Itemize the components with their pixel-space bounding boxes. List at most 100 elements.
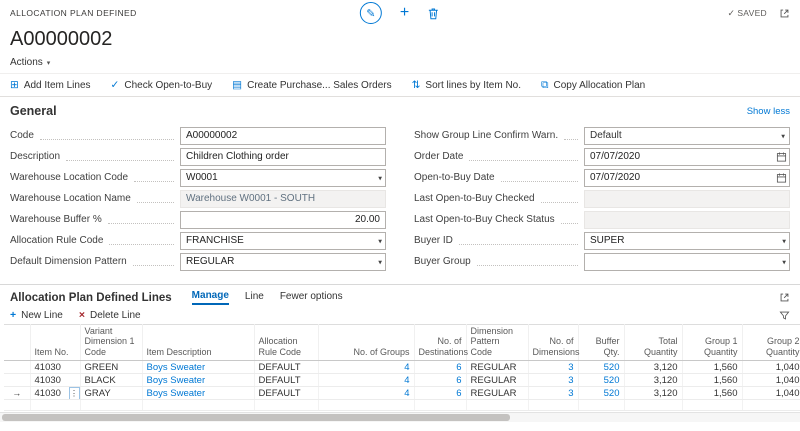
- cell-buffer-qty[interactable]: 520: [578, 387, 624, 400]
- general-section-title: General: [10, 104, 57, 118]
- copy-allocation-plan-button[interactable]: ⧉ Copy Allocation Plan: [541, 79, 645, 92]
- cell-buffer-qty[interactable]: 520: [578, 361, 624, 374]
- default-dimension-pattern-lookup[interactable]: [180, 253, 386, 271]
- cell-no-of-destinations[interactable]: 6: [414, 374, 466, 387]
- table-row-selected[interactable]: 41030 GRAY Boys Sweater DEFAULT 4 6 REGU…: [4, 387, 800, 400]
- column-header-no-of-destinations[interactable]: No. of Destinations: [414, 325, 466, 361]
- field-label: Warehouse Buffer %: [10, 214, 102, 225]
- column-header-dimension-pattern[interactable]: Dimension Pattern Code: [466, 325, 528, 361]
- cell-no-of-groups[interactable]: 4: [318, 374, 414, 387]
- allocation-rule-code-lookup[interactable]: [180, 232, 386, 250]
- column-header-group1-quantity[interactable]: Group 1 Quantity: [682, 325, 742, 361]
- cell-allocation-rule[interactable]: DEFAULT: [254, 387, 318, 400]
- cell-allocation-rule[interactable]: DEFAULT: [254, 374, 318, 387]
- delete-line-button[interactable]: × Delete Line: [79, 309, 141, 321]
- column-header-no-of-groups[interactable]: No. of Groups: [318, 325, 414, 361]
- saved-label: SAVED: [737, 8, 767, 18]
- show-less-link[interactable]: Show less: [747, 106, 790, 117]
- dotted-leader: [109, 244, 174, 245]
- empty-cell: [30, 400, 80, 411]
- order-date-input[interactable]: [584, 148, 790, 166]
- cell-group2-quantity[interactable]: 1,040: [742, 374, 800, 387]
- horizontal-scrollbar[interactable]: [0, 412, 800, 422]
- tab-manage[interactable]: Manage: [192, 290, 229, 305]
- column-header-variant-code[interactable]: Variant Dimension 1 Code: [80, 325, 142, 361]
- cell-dimension-pattern[interactable]: REGULAR: [466, 374, 528, 387]
- cell-no-of-dimensions[interactable]: 3: [528, 361, 578, 374]
- column-header-buffer-qty[interactable]: Buffer Qty.: [578, 325, 624, 361]
- column-header-no-of-dimensions[interactable]: No. of Dimensions: [528, 325, 578, 361]
- cell-no-of-dimensions[interactable]: 3: [528, 387, 578, 400]
- description-input[interactable]: [180, 148, 386, 166]
- row-ellipsis-menu-icon[interactable]: [69, 387, 80, 400]
- cell-group1-quantity[interactable]: 1,560: [682, 374, 742, 387]
- cell-item-description[interactable]: Boys Sweater: [142, 387, 254, 400]
- cell-variant-code[interactable]: BLACK: [80, 374, 142, 387]
- confirm-warn-select[interactable]: Default: [584, 127, 790, 145]
- table-row[interactable]: 41030 BLACK Boys Sweater DEFAULT 4 6 REG…: [4, 374, 800, 387]
- column-header-item-description[interactable]: Item Description: [142, 325, 254, 361]
- column-header-group2-quantity[interactable]: Group 2 Quantity: [742, 325, 800, 361]
- cell-allocation-rule[interactable]: DEFAULT: [254, 361, 318, 374]
- cell-group1-quantity[interactable]: 1,560: [682, 387, 742, 400]
- cell-dimension-pattern[interactable]: REGULAR: [466, 387, 528, 400]
- lines-toolbar: + New Line × Delete Line: [0, 305, 800, 324]
- new-icon[interactable]: [400, 5, 409, 21]
- column-header-item-no[interactable]: Item No.: [30, 325, 80, 361]
- tab-fewer-options[interactable]: Fewer options: [280, 291, 343, 304]
- tab-line[interactable]: Line: [245, 291, 264, 304]
- calendar-icon[interactable]: [776, 172, 787, 183]
- chevron-down-icon[interactable]: [782, 235, 786, 246]
- cell-total-quantity[interactable]: 3,120: [624, 387, 682, 400]
- cell-group1-quantity[interactable]: 1,560: [682, 361, 742, 374]
- empty-cell: [254, 400, 318, 411]
- cell-variant-code[interactable]: GREEN: [80, 361, 142, 374]
- add-item-lines-button[interactable]: ⊞ Add Item Lines: [10, 79, 91, 91]
- field-warehouse-location-code: Warehouse Location Code: [10, 167, 386, 188]
- cell-item-no[interactable]: 41030: [30, 374, 80, 387]
- edit-icon[interactable]: [360, 2, 382, 24]
- cell-item-description[interactable]: Boys Sweater: [142, 361, 254, 374]
- warehouse-buffer-input[interactable]: [180, 211, 386, 229]
- cell-buffer-qty[interactable]: 520: [578, 374, 624, 387]
- cell-item-description[interactable]: Boys Sweater: [142, 374, 254, 387]
- chevron-down-icon[interactable]: [378, 235, 382, 246]
- buyer-group-lookup[interactable]: [584, 253, 790, 271]
- table-row[interactable]: 41030 GREEN Boys Sweater DEFAULT 4 6 REG…: [4, 361, 800, 374]
- cell-variant-code[interactable]: GRAY: [80, 387, 142, 400]
- cell-total-quantity[interactable]: 3,120: [624, 361, 682, 374]
- calendar-icon[interactable]: [776, 151, 787, 162]
- cell-no-of-destinations[interactable]: 6: [414, 387, 466, 400]
- popout-icon[interactable]: [779, 292, 790, 303]
- cell-no-of-destinations[interactable]: 6: [414, 361, 466, 374]
- actions-menu[interactable]: Actions: [0, 57, 800, 74]
- popout-icon[interactable]: [779, 8, 790, 19]
- top-action-icons: [360, 2, 440, 24]
- sort-lines-button[interactable]: ⇅ Sort lines by Item No.: [412, 79, 521, 91]
- column-header-allocation-rule[interactable]: Allocation Rule Code: [254, 325, 318, 361]
- code-input[interactable]: [180, 127, 386, 145]
- cell-no-of-groups[interactable]: 4: [318, 387, 414, 400]
- cell-item-no[interactable]: 41030: [30, 361, 80, 374]
- cell-group2-quantity[interactable]: 1,040: [742, 387, 800, 400]
- buyer-id-lookup[interactable]: [584, 232, 790, 250]
- scrollbar-thumb[interactable]: [2, 414, 510, 421]
- dotted-leader: [137, 202, 174, 203]
- cell-group2-quantity[interactable]: 1,040: [742, 361, 800, 374]
- cell-item-no[interactable]: 41030: [30, 387, 80, 400]
- chevron-down-icon[interactable]: [782, 256, 786, 267]
- cell-no-of-dimensions[interactable]: 3: [528, 374, 578, 387]
- cell-dimension-pattern[interactable]: REGULAR: [466, 361, 528, 374]
- new-line-button[interactable]: + New Line: [10, 309, 63, 321]
- warehouse-location-code-lookup[interactable]: [180, 169, 386, 187]
- cell-total-quantity[interactable]: 3,120: [624, 374, 682, 387]
- chevron-down-icon[interactable]: [378, 256, 382, 267]
- column-header-total-quantity[interactable]: Total Quantity: [624, 325, 682, 361]
- cell-no-of-groups[interactable]: 4: [318, 361, 414, 374]
- filter-icon[interactable]: [779, 310, 790, 321]
- chevron-down-icon[interactable]: [378, 172, 382, 183]
- open-to-buy-date-input[interactable]: [584, 169, 790, 187]
- create-purchase-sales-orders-button[interactable]: ▤ Create Purchase... Sales Orders: [232, 79, 391, 91]
- check-open-to-buy-button[interactable]: ✓ Check Open-to-Buy: [111, 79, 213, 91]
- delete-icon[interactable]: [427, 7, 440, 20]
